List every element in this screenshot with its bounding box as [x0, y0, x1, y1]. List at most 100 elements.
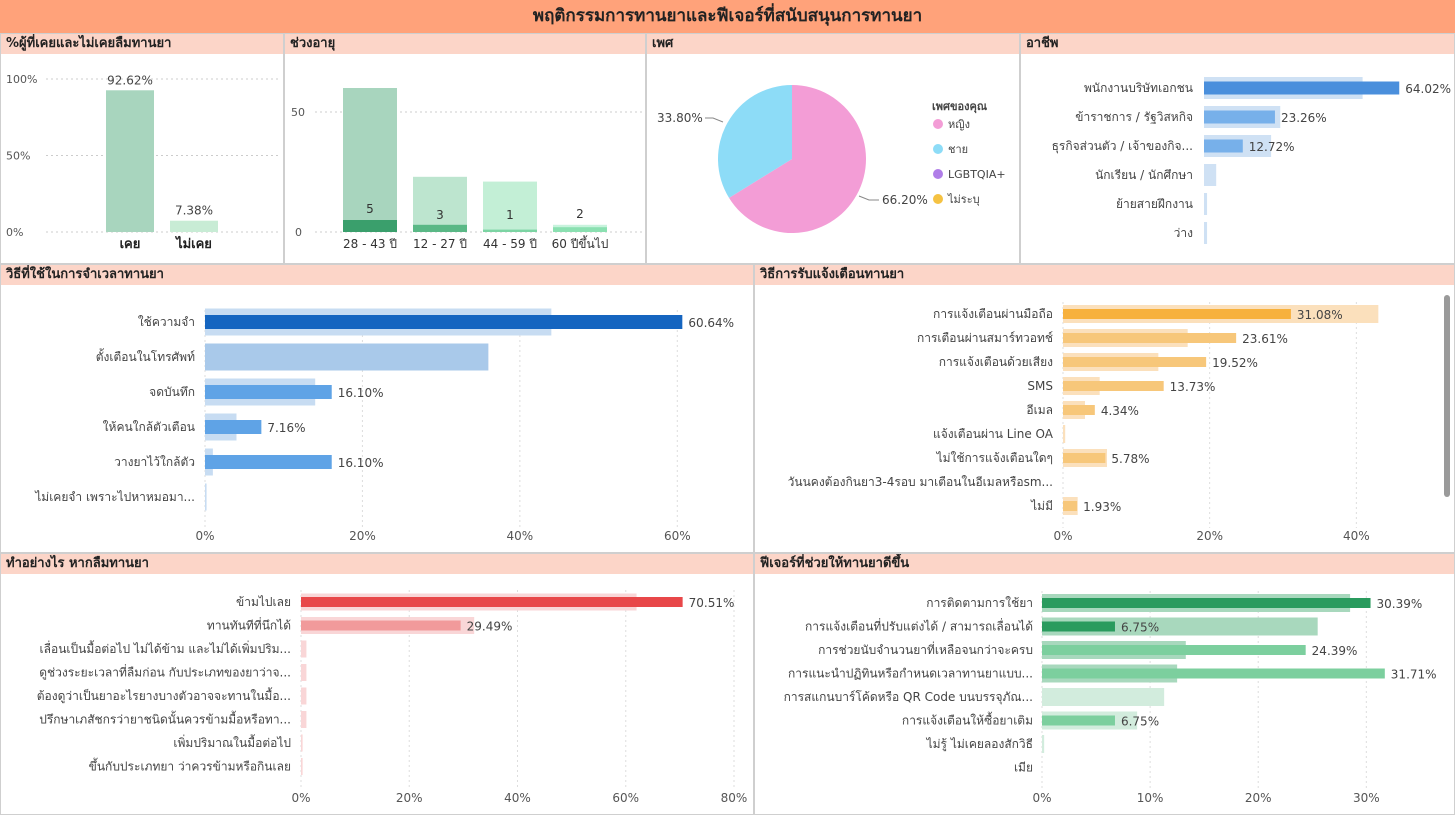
vertical-scrollbar[interactable] — [1444, 295, 1450, 497]
data-label: 31.71% — [1391, 668, 1437, 682]
data-label: 13.73% — [1170, 380, 1216, 394]
bar — [1042, 645, 1306, 655]
bar-background — [301, 711, 307, 728]
legend-marker — [933, 169, 943, 179]
remember-method-chart: 0% 20% 40% 60% ใช้ความจำ 60.64% ตั้งเตือนในโทร… — [34, 308, 734, 543]
occupation-chart: พนักงานบริษัทเอกชน 64.02% ข้าราชการ / รัฐว… — [1052, 77, 1451, 244]
bar-background — [1204, 193, 1208, 215]
data-label: 29.49% — [467, 620, 513, 634]
x-tick-label: 20% — [1245, 791, 1272, 805]
bar — [1063, 405, 1095, 415]
leader-line — [705, 117, 724, 123]
category-label: การแจ้งเตือนด้วยเสียง — [939, 355, 1053, 369]
panel-occupation[interactable]: อาชีพ พนักงานบริษัทเอกชน 64.02% ข้าราชการ … — [1020, 33, 1455, 264]
panel-features[interactable]: ฟีเจอร์ที่ช่วยให้ทานยาดีขึ้น 0% 10% 20% 30%… — [754, 553, 1455, 815]
legend-marker — [933, 144, 943, 154]
x-tick-label: 40% — [504, 791, 531, 805]
bar-background — [301, 734, 303, 752]
bar-background — [1204, 164, 1217, 186]
category-label: ให้คนใกล้ตัวเตือน — [103, 420, 195, 434]
data-label: 2 — [576, 207, 584, 221]
panel-forgot-ratio[interactable]: %ผู้ที่เคยและไม่เคยลืมทานยา 100% 50% 0% 92.… — [0, 33, 284, 264]
data-label: 60.64% — [688, 316, 734, 330]
data-label: 1 — [506, 208, 514, 222]
category-label: ปรึกษาเภสัชกรว่ายาชนิดนั้นควรข้ามมื้อหรื… — [39, 711, 291, 727]
x-tick-label: 80% — [721, 791, 748, 805]
data-label: 7.38% — [175, 204, 213, 218]
x-tick-label: 20% — [349, 529, 376, 543]
category-label: ย้ายสายฝึกงาน — [1116, 197, 1193, 211]
category-label: ใช้ความจำ — [138, 315, 195, 329]
y-tick-label: 50 — [291, 106, 305, 119]
category-label: ไม่ใช้การแจ้งเตือนใดๆ — [936, 451, 1053, 465]
category-label: ไม่มี — [1030, 499, 1053, 513]
x-tick-label: 60 ปีขึ้นไป — [552, 235, 609, 251]
category-label: ข้ามไปเลย — [236, 595, 291, 609]
category-label: ต้องดูว่าเป็นยาอะไรยางบางตัวอาจจะทานในมื… — [37, 687, 291, 704]
data-label: 12.72% — [1249, 140, 1295, 154]
category-label: การแจ้งเตือนที่ปรับแต่งได้ / สามารถเลื่อ… — [805, 618, 1033, 634]
legend-marker — [933, 194, 943, 204]
bar — [1063, 453, 1106, 463]
legend-label: ไม่ระบุ — [947, 193, 980, 206]
bar — [553, 227, 607, 232]
bar-background — [205, 343, 489, 371]
x-tick-label: 0% — [291, 791, 310, 805]
data-label: 6.75% — [1121, 621, 1159, 635]
bar — [1204, 110, 1275, 124]
panel-remember-method[interactable]: วิธีที่ใช้ในการจำเวลาทานยา 0% 20% 40% 60% ใช… — [0, 264, 754, 553]
x-tick-label: 30% — [1353, 791, 1380, 805]
bar — [1063, 381, 1164, 391]
panel-age-range[interactable]: ช่วงอายุ 50 0 5 28 - 43 ปี 3 12 - 27 ปี 1 44 - … — [284, 33, 646, 264]
panel-gender[interactable]: เพศ 66.20% 33.80% เพศของคุณ หญิง ชาย LGBTQIA+… — [646, 33, 1020, 264]
bar — [1204, 139, 1243, 153]
data-label: 66.20% — [882, 193, 928, 207]
category-label: การช่วยนับจำนวนยาที่เหลือจนกว่าจะครบ — [818, 641, 1033, 657]
legend-label: หญิง — [948, 118, 970, 131]
bar — [205, 455, 332, 469]
bar — [106, 90, 154, 232]
bar — [1063, 333, 1237, 343]
category-label: ตั้งเตือนในโทรศัพท์ — [96, 348, 195, 364]
x-tick-label: 0% — [1053, 529, 1072, 543]
category-label: SMS — [1027, 379, 1053, 393]
category-label: ธุรกิจส่วนตัว / เจ้าของกิจ... — [1052, 139, 1193, 154]
bar — [1042, 621, 1115, 632]
legend-marker — [933, 119, 943, 129]
category-label: วันนคงต้องกินยา3-4รอบ มาเตือนในอีเมลหรือ… — [788, 475, 1053, 489]
bar — [1063, 357, 1207, 367]
category-label: ว่าง — [1174, 226, 1193, 240]
bar — [1042, 598, 1371, 608]
forgot-ratio-chart: 100% 50% 0% 92.62% เคย 7.38% ไม่เคย — [6, 73, 281, 252]
x-tick-label: 20% — [396, 791, 423, 805]
panel-forgot-action[interactable]: ทำอย่างไร หากลืมทานยา 0% 20% 40% 60% 80% ข้าม… — [0, 553, 754, 815]
data-label: 70.51% — [689, 596, 735, 610]
bar — [1042, 715, 1115, 726]
category-label: จดบันทึก — [149, 385, 195, 399]
panel-notify-method[interactable]: วิธีการรับแจ้งเตือนทานยา 0% 20% 40% การแจ้ง… — [754, 264, 1455, 553]
data-label: 7.16% — [267, 421, 305, 435]
legend-title: เพศของคุณ — [932, 100, 988, 114]
x-tick-label: 12 - 27 ปี — [413, 237, 467, 251]
category-label: อีเมล — [1026, 403, 1053, 417]
y-tick-label: 100% — [6, 73, 37, 86]
y-tick-label: 0% — [6, 226, 23, 239]
category-label: ทานทันทีที่นึกได้ — [207, 617, 291, 633]
category-label: เมีย — [1014, 761, 1033, 775]
category-label: การแจ้งเตือนให้ซื้อยาเติม — [902, 712, 1033, 728]
category-label: ดูช่วงระยะเวลาที่ลืมก่อน กับประเภทของยาว… — [39, 664, 291, 681]
bar-background — [1042, 735, 1045, 753]
bar — [205, 420, 262, 434]
data-label: 24.39% — [1312, 644, 1358, 658]
bar — [483, 181, 537, 232]
category-label: ไม่เคยจำ เพราะไปหาหมอมา... — [34, 490, 195, 504]
category-label: ไม่รู้ ไม่เคยลองสักวิธี — [926, 737, 1033, 752]
data-label: 33.80% — [657, 111, 703, 125]
data-label: 4.34% — [1101, 404, 1139, 418]
data-label: 31.08% — [1297, 308, 1343, 322]
bar — [170, 220, 218, 232]
bar-background — [1042, 688, 1165, 706]
x-tick-label: 0% — [1032, 791, 1051, 805]
bar — [413, 224, 467, 232]
x-tick-label: 40% — [507, 529, 534, 543]
